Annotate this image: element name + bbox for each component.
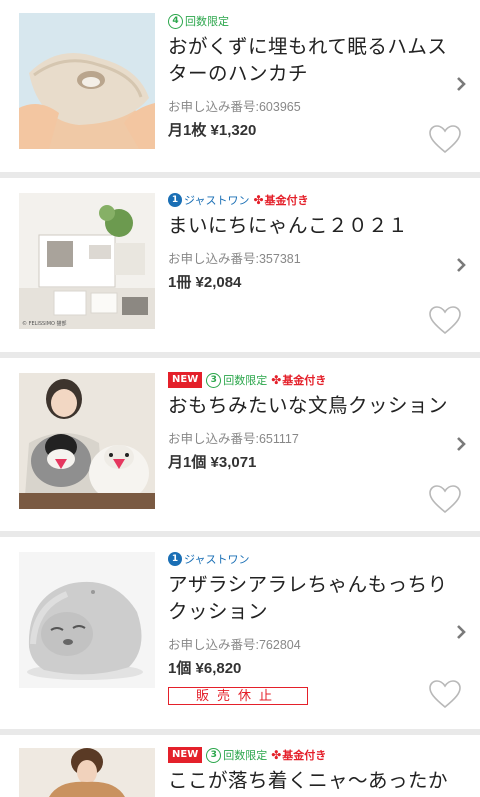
list-item[interactable]: NEW 3 回数限定 ✤ 基金付き おもちみたいな文鳥クッション お申し込み番号… bbox=[0, 358, 480, 531]
list-item[interactable]: 4 回数限定 おがくずに埋もれて眠るハムス ターのハンカチ お申し込み番号:60… bbox=[0, 0, 480, 172]
product-title: おもちみたいな文鳥クッション bbox=[168, 393, 448, 420]
title-line: ここが落ち着くニャ〜あったか bbox=[168, 770, 449, 792]
just-one-badge: 1 ジャストワン bbox=[168, 192, 249, 208]
new-badge: NEW bbox=[168, 747, 203, 763]
fund-badge: ✤ 基金付き bbox=[253, 192, 308, 208]
list-item[interactable]: 1 ジャストワン アザラシアラレちゃんもっちり クッション お申し込み番号:76… bbox=[0, 537, 480, 729]
price: 1個 ¥6,820 bbox=[168, 660, 242, 677]
product-title: アザラシアラレちゃんもっちり クッション bbox=[168, 572, 448, 626]
fund-badge: ✤ 基金付き bbox=[271, 747, 326, 763]
limit-badge: 3 回数限定 bbox=[206, 747, 267, 763]
item-info: NEW 3 回数限定 ✤ 基金付き おもちみたいな文鳥クッション お申し込み番号… bbox=[168, 371, 448, 472]
title-line: ターのハンカチ bbox=[168, 63, 309, 85]
item-info: 4 回数限定 おがくずに埋もれて眠るハムス ターのハンカチ お申し込み番号:60… bbox=[168, 12, 448, 140]
list-item[interactable]: NEW 3 回数限定 ✤ 基金付き ここが落ち着くニャ〜あったか bbox=[0, 735, 480, 797]
product-image bbox=[19, 552, 155, 688]
fund-label: 基金付き bbox=[282, 749, 327, 762]
clover-icon: ✤ bbox=[271, 748, 282, 762]
badge-row: NEW 3 回数限定 ✤ 基金付き bbox=[168, 371, 448, 389]
just-one-label: ジャストワン bbox=[184, 194, 250, 207]
price: 月1個 ¥3,071 bbox=[168, 454, 257, 471]
price: 1冊 ¥2,084 bbox=[168, 274, 242, 291]
product-image bbox=[19, 373, 155, 509]
item-info: 1 ジャストワン アザラシアラレちゃんもっちり クッション お申し込み番号:76… bbox=[168, 550, 448, 678]
sale-suspended-label: 販売休止 bbox=[168, 687, 308, 705]
favorite-heart-icon[interactable] bbox=[428, 305, 462, 335]
just-one-label: ジャストワン bbox=[184, 553, 250, 566]
count-icon: 3 bbox=[206, 747, 222, 763]
order-number: お申し込み番号:603965 bbox=[168, 100, 301, 114]
limit-label: 回数限定 bbox=[223, 374, 268, 387]
product-title: おがくずに埋もれて眠るハムス ターのハンカチ bbox=[168, 34, 448, 88]
product-image: © FELISSIMO 猫部 bbox=[19, 193, 155, 329]
product-title: まいにちにゃんこ２０２１ bbox=[168, 213, 448, 240]
limit-label: 回数限定 bbox=[223, 749, 268, 762]
badge-row: 1 ジャストワン bbox=[168, 550, 448, 568]
list-item[interactable]: © FELISSIMO 猫部 1 ジャストワン ✤ 基金付き まいにちにゃんこ２… bbox=[0, 178, 480, 352]
photo-credit: © FELISSIMO 猫部 bbox=[22, 321, 67, 327]
title-line: アザラシアラレちゃんもっちり bbox=[168, 574, 448, 596]
count-icon: 4 bbox=[168, 13, 183, 29]
product-image bbox=[19, 13, 155, 149]
title-line: おがくずに埋もれて眠るハムス bbox=[168, 36, 448, 58]
order-number: お申し込み番号:651117 bbox=[168, 432, 299, 446]
favorite-heart-icon[interactable] bbox=[428, 124, 462, 154]
just-one-icon: 1 bbox=[168, 193, 182, 207]
limit-badge: 4 回数限定 bbox=[168, 13, 229, 29]
product-image bbox=[19, 748, 155, 797]
just-one-badge: 1 ジャストワン bbox=[168, 551, 249, 567]
new-badge: NEW bbox=[168, 372, 203, 388]
item-info: NEW 3 回数限定 ✤ 基金付き ここが落ち着くニャ〜あったか bbox=[168, 746, 448, 795]
price: 月1枚 ¥1,320 bbox=[168, 122, 257, 139]
favorite-heart-icon[interactable] bbox=[428, 679, 462, 709]
title-line: おもちみたいな文鳥クッション bbox=[168, 395, 449, 417]
item-info: 1 ジャストワン ✤ 基金付き まいにちにゃんこ２０２１ お申し込み番号:357… bbox=[168, 191, 448, 292]
count-icon: 3 bbox=[206, 372, 222, 388]
clover-icon: ✤ bbox=[271, 373, 282, 387]
title-line: まいにちにゃんこ２０２１ bbox=[168, 215, 409, 237]
chevron-right-icon[interactable] bbox=[456, 257, 466, 273]
product-title: ここが落ち着くニャ〜あったか bbox=[168, 768, 448, 795]
title-line: クッション bbox=[168, 601, 269, 623]
chevron-right-icon[interactable] bbox=[456, 624, 466, 640]
chevron-right-icon[interactable] bbox=[456, 436, 466, 452]
chevron-right-icon[interactable] bbox=[456, 76, 466, 92]
order-number: お申し込み番号:762804 bbox=[168, 638, 301, 652]
favorite-heart-icon[interactable] bbox=[428, 484, 462, 514]
badge-row: NEW 3 回数限定 ✤ 基金付き bbox=[168, 746, 448, 764]
fund-label: 基金付き bbox=[264, 194, 309, 207]
limit-badge: 3 回数限定 bbox=[206, 372, 267, 388]
fund-badge: ✤ 基金付き bbox=[271, 372, 326, 388]
fund-label: 基金付き bbox=[282, 374, 327, 387]
clover-icon: ✤ bbox=[253, 193, 264, 207]
just-one-icon: 1 bbox=[168, 552, 182, 566]
order-number: お申し込み番号:357381 bbox=[168, 252, 301, 266]
limit-label: 回数限定 bbox=[185, 15, 229, 28]
badge-row: 4 回数限定 bbox=[168, 12, 448, 30]
badge-row: 1 ジャストワン ✤ 基金付き bbox=[168, 191, 448, 209]
